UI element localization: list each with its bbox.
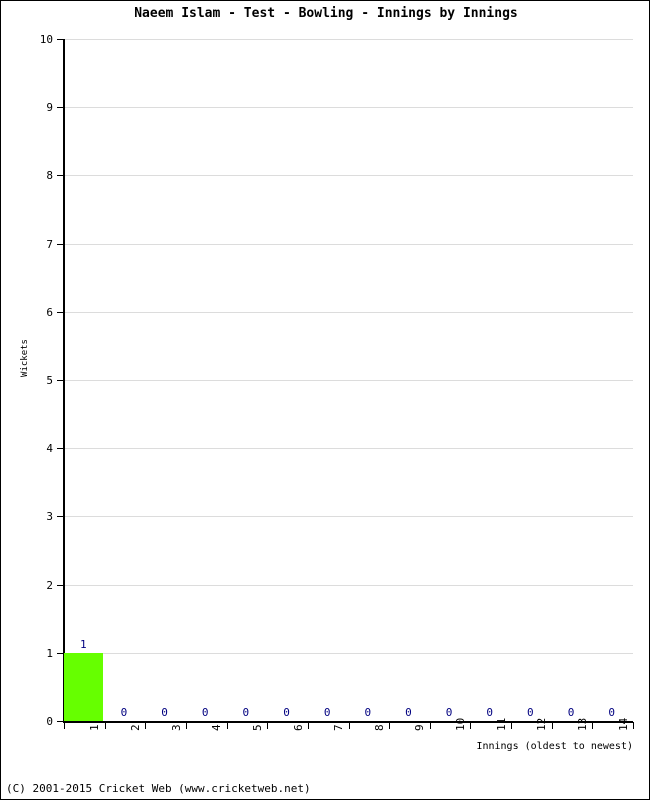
y-tick-label: 3 xyxy=(46,510,53,524)
y-tick-mark xyxy=(57,311,64,313)
bar-slot: 0 xyxy=(186,39,225,721)
bowling-innings-chart: Naeem Islam - Test - Bowling - Innings b… xyxy=(0,0,650,800)
x-tick-label: 11 xyxy=(494,717,508,731)
x-tick-mark xyxy=(226,722,228,729)
bar-slot: 0 xyxy=(552,39,591,721)
bar-slot: 0 xyxy=(430,39,469,721)
bar-slot: 0 xyxy=(267,39,306,721)
bar-value-label: 0 xyxy=(242,706,250,719)
bar-value-label: 0 xyxy=(486,706,494,719)
x-tick-mark xyxy=(348,722,350,729)
x-tick-mark xyxy=(185,722,187,729)
y-tick-mark xyxy=(57,516,64,518)
x-tick-mark xyxy=(389,722,391,729)
x-tick-mark xyxy=(511,722,513,729)
y-tick-label: 6 xyxy=(46,305,53,319)
x-tick-mark xyxy=(64,722,65,729)
x-tick-label: 14 xyxy=(616,717,630,731)
bar-value-label: 0 xyxy=(323,706,331,719)
y-tick-mark xyxy=(57,448,64,450)
x-tick-label: 2 xyxy=(128,724,142,731)
y-tick-label: 9 xyxy=(46,101,53,115)
x-tick-label: 5 xyxy=(250,724,264,731)
page-title: Naeem Islam - Test - Bowling - Innings b… xyxy=(134,6,518,21)
x-tick-mark xyxy=(470,722,472,729)
y-tick-mark xyxy=(57,584,64,586)
x-tick-label: 3 xyxy=(169,724,183,731)
y-tick-mark xyxy=(57,652,64,654)
bar-value-label: 0 xyxy=(527,706,534,719)
y-tick-mark xyxy=(57,380,64,381)
x-tick-label: 9 xyxy=(413,724,427,731)
bar-value-label: 0 xyxy=(201,706,209,719)
x-tick-mark xyxy=(267,722,269,729)
y-tick-label: 0 xyxy=(46,715,53,728)
x-tick-mark xyxy=(104,722,106,729)
bar-slot: 0 xyxy=(308,39,347,721)
bar-slot: 0 xyxy=(592,39,631,721)
y-tick-label: 10 xyxy=(39,33,53,46)
x-tick-label: 10 xyxy=(454,717,468,731)
bar xyxy=(64,652,103,721)
bar-slot: 1 xyxy=(64,39,103,721)
copyright-notice: (C) 2001-2015 Cricket Web (www.cricketwe… xyxy=(6,782,311,795)
x-tick-mark xyxy=(551,722,553,729)
y-tick-mark xyxy=(57,243,64,245)
x-tick-mark xyxy=(429,722,431,729)
y-tick-label: 7 xyxy=(46,237,53,251)
bar-value-label: 0 xyxy=(405,706,412,719)
x-tick-label: 4 xyxy=(210,724,224,731)
x-tick-label: 7 xyxy=(332,724,346,731)
y-tick-mark xyxy=(57,39,64,40)
y-tick-label: 4 xyxy=(46,442,53,456)
bar-value-label: 0 xyxy=(364,706,372,719)
x-tick-mark xyxy=(633,722,634,729)
y-axis-title: Wickets xyxy=(20,339,30,377)
y-tick-mark xyxy=(57,107,64,109)
y-tick-mark xyxy=(57,721,64,722)
bar-slot: 0 xyxy=(389,39,428,721)
x-tick-label: 12 xyxy=(535,717,549,731)
x-tick-label: 13 xyxy=(576,717,590,731)
x-axis-title: Innings (oldest to newest) xyxy=(476,741,633,752)
bar-value-label: 0 xyxy=(161,706,168,719)
x-tick-mark xyxy=(592,722,594,729)
x-tick-label: 8 xyxy=(372,724,386,731)
bar-value-label: 0 xyxy=(283,706,290,719)
bar-slot: 0 xyxy=(511,39,550,721)
bar-slot: 0 xyxy=(470,39,509,721)
bar-value-label: 0 xyxy=(567,706,575,719)
bar-slot: 0 xyxy=(227,39,266,721)
bar-series: 1 0 0 0 0 0 0 0 0 0 0 0 0 0 xyxy=(64,39,633,721)
x-tick-mark xyxy=(145,722,147,729)
x-tick-label: 1 xyxy=(88,724,102,731)
y-tick-label: 8 xyxy=(46,169,53,183)
x-tick-mark xyxy=(307,722,309,729)
y-tick-label: 1 xyxy=(46,646,53,660)
x-tick-label: 6 xyxy=(291,724,305,731)
bar-slot: 0 xyxy=(105,39,144,721)
bar-value-label: 0 xyxy=(120,706,128,719)
bar-value-label: 0 xyxy=(445,706,453,719)
bar-slot: 0 xyxy=(145,39,184,721)
bar-value-label: 0 xyxy=(608,706,615,719)
y-tick-mark xyxy=(57,175,64,177)
y-tick-label: 2 xyxy=(46,578,53,592)
bar-value-label: 1 xyxy=(79,637,87,651)
bar-slot: 0 xyxy=(349,39,388,721)
